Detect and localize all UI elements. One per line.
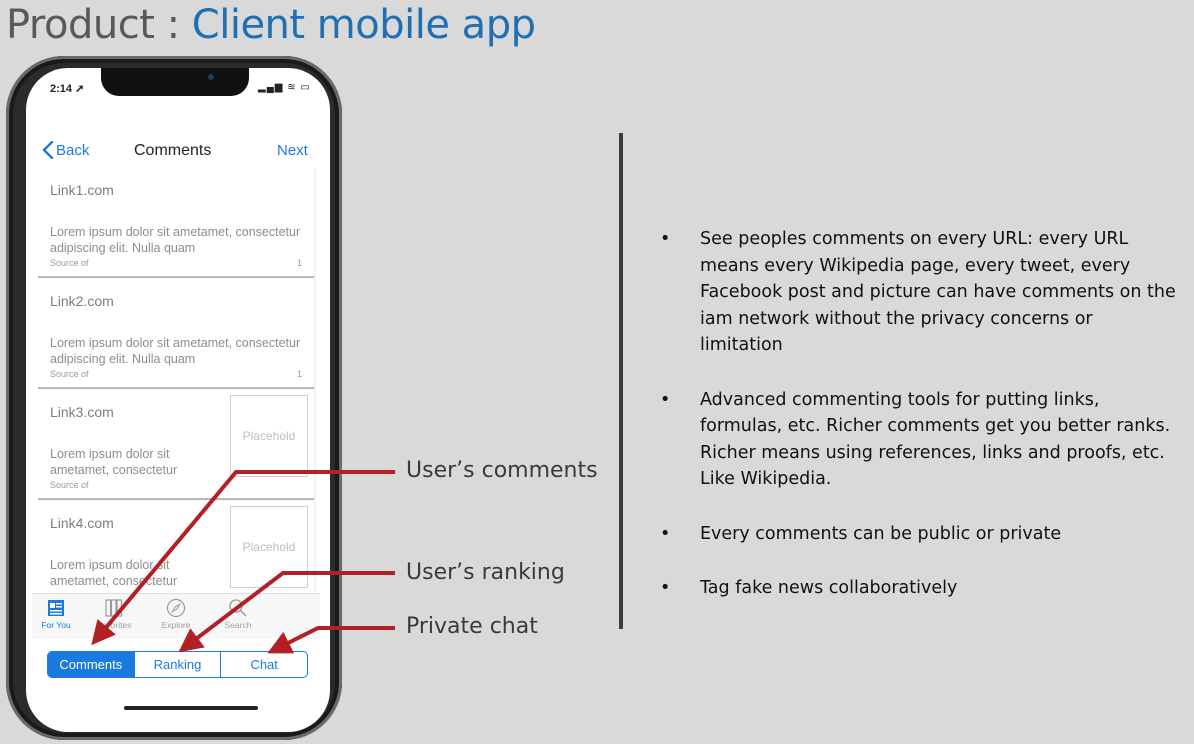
back-label: Back	[56, 141, 90, 159]
segment-ranking[interactable]: Ranking	[133, 652, 221, 677]
feature-list: See peoples comments on every URL: every…	[660, 226, 1180, 630]
phone-notch	[101, 68, 249, 96]
segment-comments[interactable]: Comments	[48, 652, 134, 677]
next-button[interactable]: Next	[277, 142, 308, 159]
item-body: Lorem ipsum dolor sit ametamet, consecte…	[50, 225, 301, 255]
comments-list[interactable]: Link1.com Lorem ipsum dolor sit ametamet…	[38, 168, 316, 592]
vertical-divider	[619, 133, 623, 629]
item-link[interactable]: Link3.com	[50, 404, 114, 420]
image-placeholder: Placehold	[230, 506, 308, 588]
chevron-left-icon	[42, 141, 54, 159]
signal-wifi-battery-icon: ▂▄▆ ≋ ▭	[258, 82, 311, 93]
list-item[interactable]: Link3.com Lorem ipsum dolor sit ametamet…	[38, 390, 314, 500]
tab-favorites[interactable]: Favorites	[86, 598, 142, 630]
item-body: Lorem ipsum dolor sit ametamet, consecte…	[50, 558, 178, 588]
segment-chat[interactable]: Chat	[220, 652, 307, 677]
item-body: Lorem ipsum dolor sit ametamet, consecte…	[50, 336, 301, 366]
feature-bullet: Advanced commenting tools for putting li…	[660, 387, 1180, 493]
tab-explore[interactable]: Explore	[148, 598, 204, 630]
feature-bullet: Every comments can be public or private	[660, 521, 1180, 548]
annotation-private-chat: Private chat	[406, 614, 538, 639]
home-indicator	[124, 706, 258, 710]
news-icon	[48, 600, 64, 616]
item-source: Source of	[50, 369, 89, 379]
tab-for-you[interactable]: For You	[28, 598, 84, 630]
tab-bar: For You Favorites Explore Search	[32, 593, 320, 639]
camera-icon	[208, 74, 214, 80]
list-item[interactable]: Link4.com Lorem ipsum dolor sit ametamet…	[38, 501, 314, 592]
grid-icon	[105, 599, 123, 617]
title-prefix: Product :	[6, 2, 192, 48]
annotation-users-ranking: User’s ranking	[406, 560, 565, 585]
screen-title: Comments	[134, 142, 212, 159]
tab-label: Favorites	[96, 620, 132, 630]
feature-bullet: See peoples comments on every URL: every…	[660, 226, 1180, 359]
tab-search[interactable]: Search	[210, 598, 266, 630]
list-item[interactable]: Link2.com Lorem ipsum dolor sit ametamet…	[38, 279, 314, 389]
title-accent: Client mobile app	[191, 2, 536, 48]
item-link[interactable]: Link2.com	[50, 293, 114, 309]
tab-label: For You	[41, 620, 71, 630]
item-source: Source of	[50, 258, 89, 268]
item-link[interactable]: Link4.com	[50, 515, 114, 531]
tab-label: Explore	[161, 620, 191, 630]
segmented-control: Comments Ranking Chat	[47, 651, 308, 678]
item-link[interactable]: Link1.com	[50, 182, 114, 198]
compass-icon	[166, 598, 186, 618]
annotation-users-comments: User’s comments	[406, 458, 598, 483]
feature-bullet: Tag fake news collaboratively	[660, 575, 1180, 602]
item-body: Lorem ipsum dolor sit ametamet, consecte…	[50, 447, 178, 477]
back-button[interactable]: Back	[42, 141, 89, 159]
image-placeholder: Placehold	[230, 395, 308, 477]
search-icon	[229, 599, 247, 617]
status-time: 2:14 ➚	[50, 83, 85, 95]
item-count: 1	[296, 258, 302, 268]
tab-label: Search	[224, 620, 252, 630]
item-count: 1	[296, 369, 302, 379]
page-title: Product : Client mobile app	[6, 2, 536, 48]
item-source: Source of	[50, 480, 89, 490]
list-item[interactable]: Link1.com Lorem ipsum dolor sit ametamet…	[38, 168, 314, 278]
